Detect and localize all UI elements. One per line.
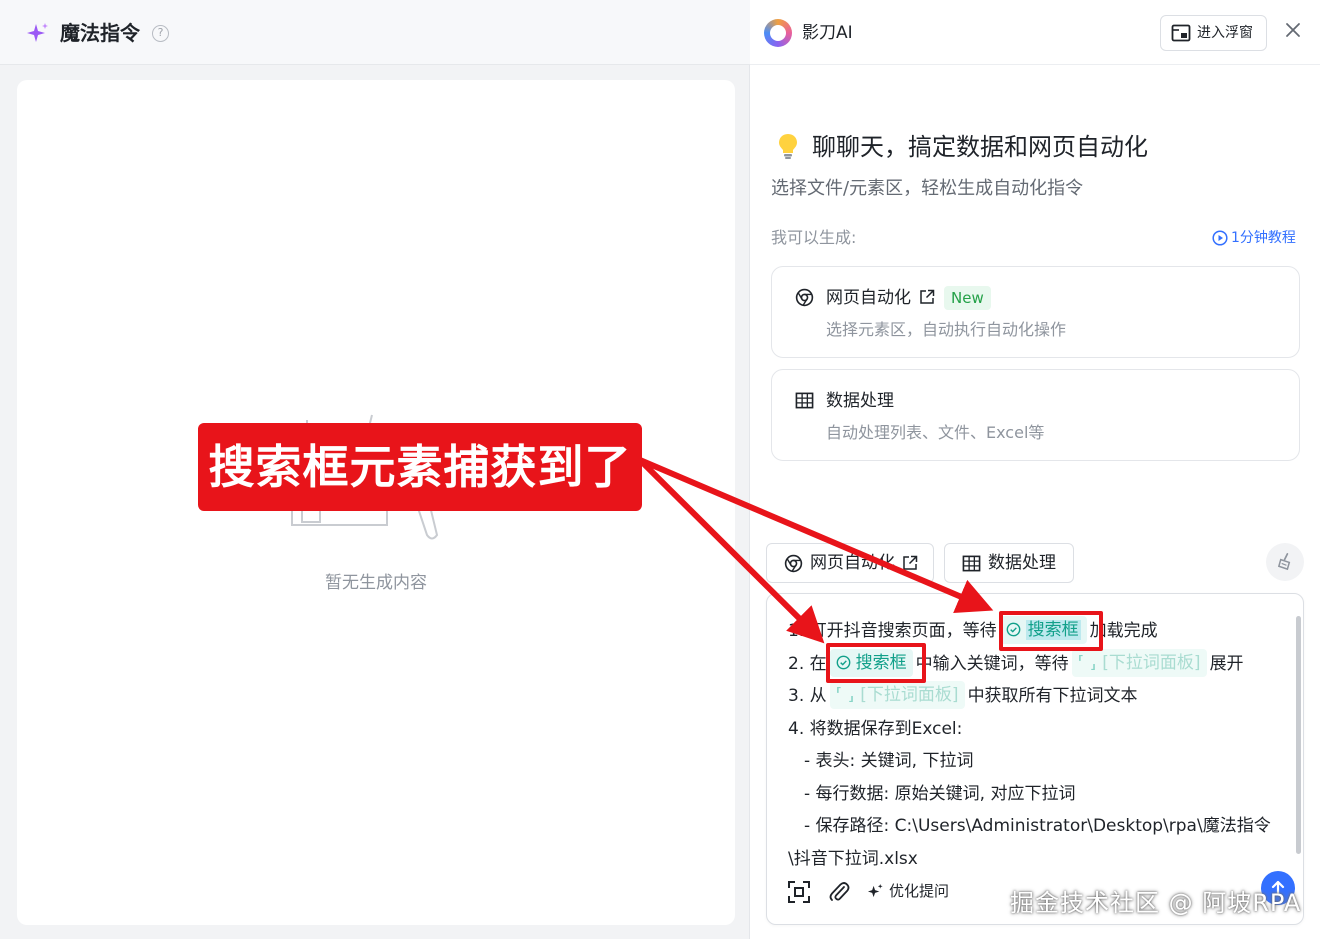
tutorial-link[interactable]: 1分钟教程 (1212, 227, 1296, 249)
paperclip-icon[interactable] (827, 880, 851, 904)
instruction-text-segment: 中输入关键词，等待 (915, 653, 1069, 674)
watermark: 掘金技术社区 @ 阿坡RPA (1010, 889, 1302, 917)
welcome-title: 聊聊天，搞定数据和网页自动化 (812, 133, 1148, 161)
empty-state-text: 暂无生成内容 (325, 573, 427, 593)
app-logo (764, 19, 792, 47)
instruction-text-segment: 3. 从 (788, 686, 827, 706)
quick-button-label: 数据处理 (988, 553, 1056, 573)
instruction-line: - 每行数据: 原始关键词, 对应下拉词 (804, 783, 1076, 804)
ai-assistant-panel: 影刀AI 进入浮窗 聊聊天，搞定数据和网页自动化 选择文件/元素区，轻松生成自动… (750, 0, 1320, 939)
instruction-text-segment: 2. 在 (788, 653, 827, 674)
assistant-header: 影刀AI 进入浮窗 (750, 0, 1320, 65)
instruction-line: - 保存路径: C:\Users\Administrator\Desktop\r… (804, 816, 1271, 836)
external-link-icon (903, 555, 918, 570)
instruction-text-segment: 中获取所有下拉词文本 (967, 686, 1138, 706)
float-window-icon (1171, 24, 1191, 42)
tutorial-link-label: 1分钟教程 (1231, 230, 1296, 246)
table-icon (795, 392, 814, 409)
element-tag-label: [下拉词面板] (1102, 652, 1201, 673)
instruction-line: \抖音下拉词.xlsx (788, 848, 918, 869)
quick-data-processing-button[interactable]: 数据处理 (944, 543, 1074, 583)
float-window-label: 进入浮窗 (1197, 25, 1253, 41)
new-badge: New (944, 286, 991, 310)
card-web-automation[interactable]: 网页自动化 New 选择元素区，自动执行自动化操作 (771, 266, 1300, 358)
clear-button[interactable] (1266, 543, 1304, 581)
capabilities-label: 我可以生成: (771, 228, 857, 247)
screen-capture-icon[interactable] (787, 880, 811, 904)
table-icon (962, 555, 981, 572)
instruction-line: - 表头: 关键词, 下拉词 (804, 751, 974, 771)
card-title: 数据处理 (826, 391, 894, 411)
capture-bracket-icon: ⸢ ⸥ (835, 685, 855, 705)
close-icon[interactable] (1284, 21, 1302, 39)
highlight-box (999, 611, 1103, 651)
help-icon[interactable]: ? (152, 25, 169, 42)
lightbulb-icon (779, 134, 797, 159)
card-description: 选择元素区，自动执行自动化操作 (826, 320, 1067, 339)
capture-bracket-icon: ⸢ ⸥ (1077, 652, 1097, 673)
card-title: 网页自动化 (826, 288, 911, 308)
quick-button-label: 网页自动化 (810, 553, 895, 573)
card-data-processing[interactable]: 数据处理 自动处理列表、文件、Excel等 (771, 369, 1300, 461)
instruction-line: 3. 从 ⸢ ⸥ [下拉词面板] 中获取所有下拉词文本 (788, 680, 1283, 713)
chrome-icon (784, 554, 803, 573)
broom-icon (1277, 553, 1291, 571)
external-link-icon (920, 289, 935, 304)
sparkle-icon (27, 23, 48, 42)
annotation-banner: 搜索框元素捕获到了 (198, 423, 642, 511)
panel-title: 魔法指令 (60, 21, 140, 45)
highlight-box (826, 643, 926, 683)
optimize-label: 优化提问 (889, 882, 950, 900)
instruction-text-segment: 展开 (1209, 653, 1244, 674)
quick-web-automation-button[interactable]: 网页自动化 (766, 543, 934, 583)
element-tag-label: [下拉词面板] (860, 685, 959, 705)
instruction-line: 4. 将数据保存到Excel: (788, 718, 963, 739)
left-panel-header: 魔法指令 ? (0, 0, 750, 65)
float-window-button[interactable]: 进入浮窗 (1160, 15, 1267, 51)
sparkle-icon (867, 883, 883, 898)
scrollbar[interactable] (1296, 616, 1301, 854)
app-name: 影刀AI (802, 23, 853, 43)
optimize-question-button[interactable]: 优化提问 (867, 878, 949, 904)
play-circle-icon (1212, 230, 1228, 246)
welcome-subtitle: 选择文件/元素区，轻松生成自动化指令 (771, 178, 1084, 199)
chrome-icon (795, 288, 814, 307)
instruction-text-segment: 1. 打开抖音搜索页面，等待 (788, 621, 997, 641)
element-tag-dropdown-panel[interactable]: ⸢ ⸥ [下拉词面板] (1071, 648, 1207, 677)
card-description: 自动处理列表、文件、Excel等 (826, 423, 1045, 442)
element-tag-dropdown-panel[interactable]: ⸢ ⸥ [下拉词面板] (829, 681, 965, 709)
